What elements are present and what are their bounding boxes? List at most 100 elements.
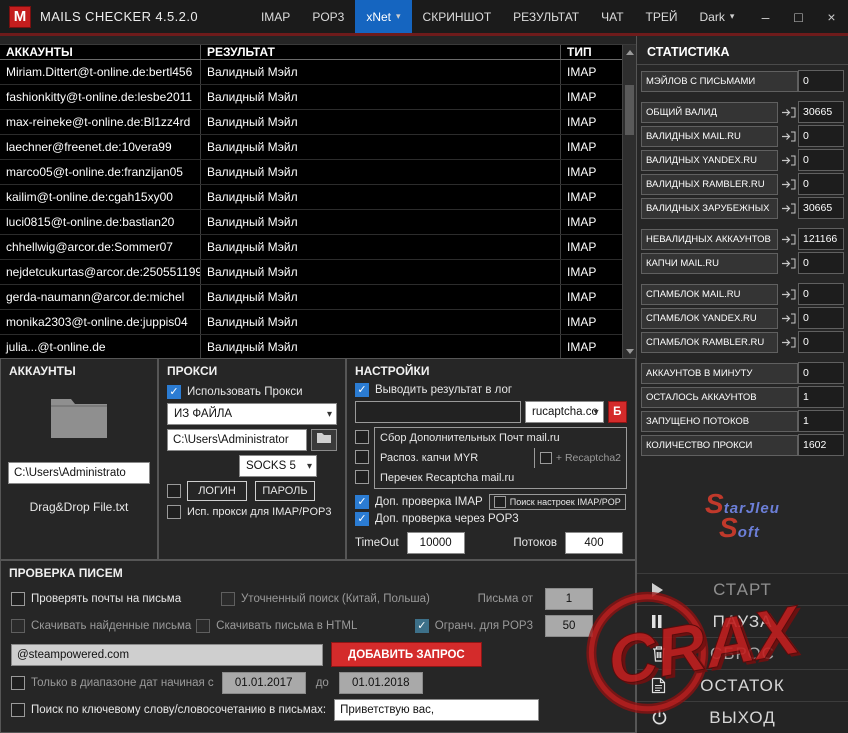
scroll-down-button[interactable] [623,344,636,358]
table-header: АККАУНТЫ РЕЗУЛЬТАТ ТИП [0,45,622,60]
export-icon[interactable] [778,107,798,118]
use-proxy-checkbox[interactable] [167,385,181,399]
start-button[interactable]: СТАРТ [637,573,848,605]
proxy-type-select[interactable]: SOCKS 5 [239,455,317,477]
search-query-input[interactable] [11,643,323,666]
table-row[interactable]: laechner@freenet.de:10vera99 Валидный Мэй… [0,135,622,160]
balance-button[interactable]: Б [607,401,627,423]
menu-item-imap[interactable]: IMAP [250,0,301,33]
scrollbar-thumb[interactable] [625,85,634,135]
date-from-input[interactable] [221,672,306,694]
rest-button[interactable]: ОСТАТОК [637,669,848,701]
proxy-browse-button[interactable] [311,429,337,451]
minimize-button[interactable]: – [749,0,782,33]
proxy-imap-pop3-checkbox[interactable] [167,505,181,519]
dragdrop-target[interactable] [1,393,157,446]
recaptcha2-checkbox[interactable] [539,452,552,464]
captcha-key-input[interactable] [355,401,521,423]
table-row[interactable]: max-reineke@t-online.de:Bl1zz4rd Валидный… [0,110,622,135]
table-row[interactable]: fashionkitty@t-online.de:lesbe2011 Валидн… [0,85,622,110]
keyword-search-label: Поиск по ключевому слову/словосочетанию … [31,704,327,716]
captcha-service-select[interactable]: rucaptcha.co [525,401,604,423]
add-query-button[interactable]: ДОБАВИТЬ ЗАПРОС [331,642,482,667]
keyword-search-checkbox[interactable] [11,703,25,717]
soft-logo-text: oft [737,523,760,541]
captcha-myr-checkbox[interactable] [355,450,369,464]
table-row[interactable]: nejdetcukurtas@arcor.de:250551199 Валидны… [0,260,622,285]
scroll-up-button[interactable] [623,45,636,59]
stat-row: КАПЧИ MAIL.RU 0 [641,252,844,274]
vertical-scrollbar[interactable] [622,45,636,358]
table-row[interactable]: monika2303@t-online.de:juppis04 Валидный … [0,310,622,335]
statistics-panel: СТАТИСТИКА МЭЙЛОВ С ПИСЬМАМИ 0 ОБЩИЙ ВАЛИ… [636,36,848,733]
recheck-recaptcha-checkbox[interactable] [355,470,369,484]
table-row[interactable]: Miriam.Dittert@t-online.de:bertl456 Валид… [0,60,622,85]
menu-item-pop3[interactable]: POP3 [301,0,355,33]
table-row[interactable]: gerda-naumann@arcor.de:michel Валидный Мэ… [0,285,622,310]
column-header-type[interactable]: ТИП [560,45,622,59]
export-icon[interactable] [778,131,798,142]
table-row[interactable]: chhellwig@arcor.de:Sommer07 Валидный Мэйл… [0,235,622,260]
table-row[interactable]: luci0815@t-online.de:bastian20 Валидный М… [0,210,622,235]
table-row[interactable]: julia...@t-online.de Валидный Мэйл IMAP [0,335,622,358]
scrollbar-track[interactable] [623,59,636,344]
cell-type: IMAP [560,135,622,159]
table-row[interactable]: marco05@t-online.de:franzijan05 Валидный … [0,160,622,185]
refined-search-checkbox[interactable] [221,592,235,606]
date-to-input[interactable] [338,672,423,694]
menu-item-xnet[interactable]: xNet [355,0,412,33]
pause-button[interactable]: ПАУЗА [637,605,848,637]
column-header-accounts[interactable]: АККАУНТЫ [0,45,200,59]
imap-settings-search-checkbox[interactable] [493,496,506,508]
menu-item-result[interactable]: РЕЗУЛЬТАТ [502,0,590,33]
accounts-file-path-input[interactable] [8,462,150,484]
timeout-input[interactable] [406,532,465,554]
imap-settings-group: Поиск настроек IMAP/POP [488,494,626,510]
pop3-limit-input[interactable] [545,615,593,637]
threads-input[interactable] [565,532,623,554]
cell-account: gerda-naumann@arcor.de:michel [6,290,185,304]
download-html-checkbox[interactable] [196,619,211,633]
pop3-limit-checkbox[interactable] [414,619,429,633]
column-header-result[interactable]: РЕЗУЛЬТАТ [200,45,560,59]
table-row[interactable]: kailim@t-online.de:cgah15xy00 Валидный Мэ… [0,185,622,210]
proxy-login-button[interactable]: ЛОГИН [187,481,247,501]
imap-extra-check-checkbox[interactable] [355,495,369,509]
close-button[interactable]: × [815,0,848,33]
export-icon[interactable] [778,337,798,348]
exit-button[interactable]: ВЫХОД [637,701,848,733]
export-icon[interactable] [778,234,798,245]
export-icon[interactable] [778,289,798,300]
stat-value: 1 [798,386,844,408]
proxy-auth-checkbox[interactable] [167,484,181,498]
proxy-imap-pop3-label: Исп. прокси для IMAP/POP3 [187,506,332,518]
soft-logo-letter: S [719,511,738,543]
menu-item-theme[interactable]: Dark [689,0,746,33]
proxy-file-path-input[interactable] [167,429,307,451]
pop3-extra-check-checkbox[interactable] [355,512,369,526]
collect-mailru-checkbox[interactable] [355,430,369,444]
menu-item-tray[interactable]: ТРЕЙ [635,0,689,33]
export-icon[interactable] [778,313,798,324]
export-icon[interactable] [778,155,798,166]
log-output-checkbox[interactable] [355,383,369,397]
maximize-button[interactable]: □ [782,0,815,33]
menu-item-chat[interactable]: ЧАТ [590,0,634,33]
download-letters-checkbox[interactable] [11,619,25,633]
stat-label: ЗАПУЩЕНО ПОТОКОВ [641,410,798,432]
export-icon[interactable] [778,203,798,214]
check-mails-label: Проверять почты на письма [31,593,182,605]
reset-button[interactable]: СБРОС [637,637,848,669]
proxy-password-button[interactable]: ПАРОЛЬ [255,481,315,501]
letters-from-input[interactable] [545,588,593,610]
proxy-source-select[interactable]: ИЗ ФАЙЛА [167,403,337,425]
menu-item-screenshot[interactable]: СКРИНШОТ [412,0,503,33]
stat-label: ВАЛИДНЫХ RAMBLER.RU [641,173,778,195]
date-range-checkbox[interactable] [11,676,25,690]
check-mails-checkbox[interactable] [11,592,25,606]
cell-result: Валидный Мэйл [200,285,560,309]
export-icon[interactable] [778,179,798,190]
keyword-input[interactable] [334,699,540,721]
cell-result: Валидный Мэйл [200,260,560,284]
export-icon[interactable] [778,258,798,269]
